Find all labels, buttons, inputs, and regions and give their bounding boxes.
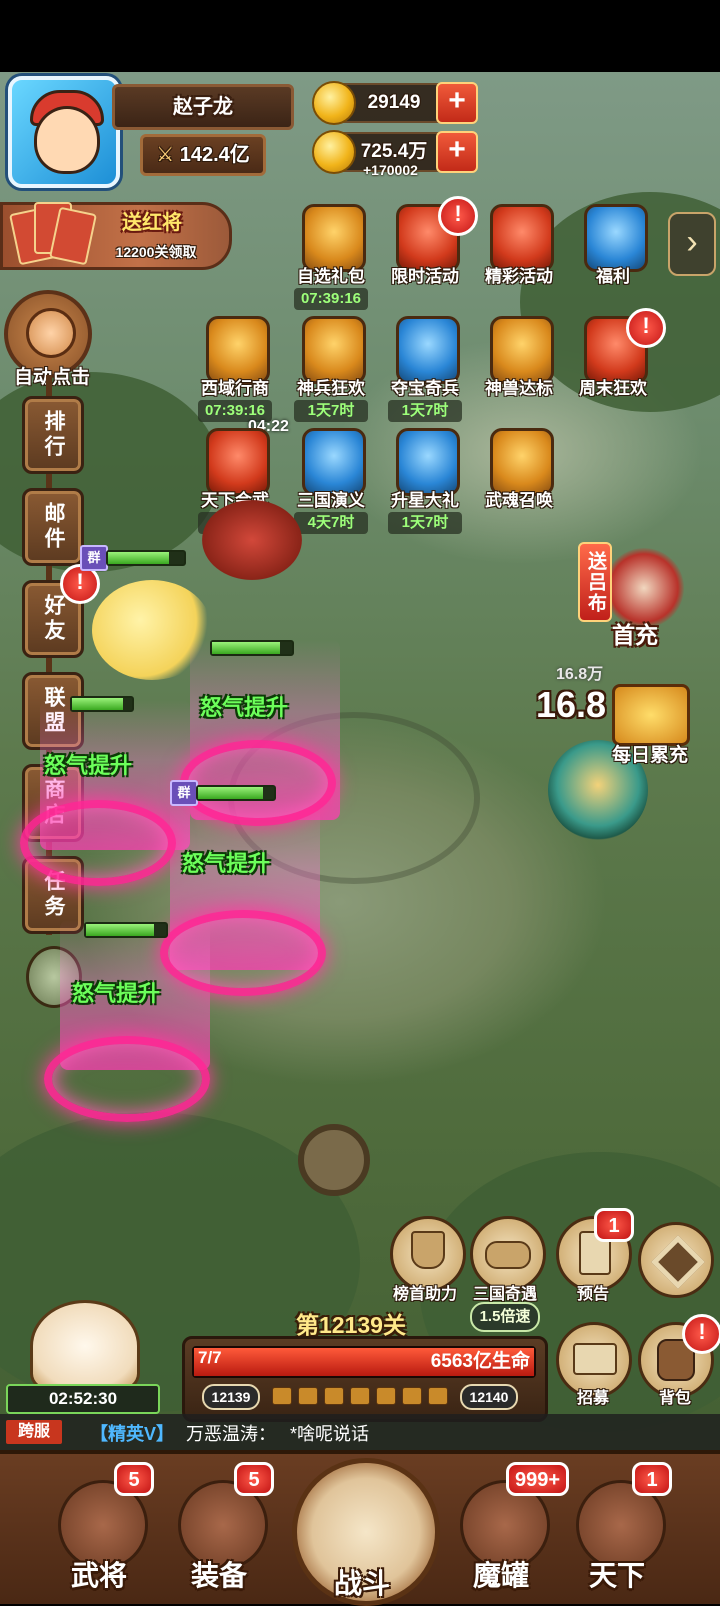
preview-badge: 1 [594,1208,634,1242]
level-step-icon [428,1387,448,1405]
side-menu-rank[interactable]: 排行 [22,396,84,474]
avatar-face [34,106,100,174]
activity-weekend-carnival[interactable]: 周末狂欢 ! [568,308,666,426]
gift-banner-title: 送红将 [122,212,182,234]
hero-hp-bar [70,696,134,712]
nav-equipment[interactable]: 装备 [164,1480,274,1591]
rage-boost-text: 怒气提升 [200,695,289,720]
hero-hp-bar [196,785,276,801]
level-step-icon [376,1387,396,1405]
level-step-icon [272,1387,292,1405]
activity-limited[interactable]: 限时活动 ! [380,196,478,314]
level-step-icon [324,1387,344,1405]
power-value: 142.4亿 [179,144,250,166]
stage-title: 第12139关 [296,1312,406,1338]
rage-ring [44,1036,210,1122]
preview-label: 预告 [576,1286,609,1303]
level-step-icon [402,1387,422,1405]
chat-channel-tag: 跨服 [6,1420,62,1444]
nav-magic-jar[interactable]: 魔罐 [446,1480,556,1591]
side-menu-mail[interactable]: 邮件 [22,488,84,566]
enemy-hp: 16.8万 [556,666,604,683]
activity-soul-summon[interactable]: 武魂召唤 [474,428,564,538]
player-avatar[interactable] [8,76,120,188]
formation-button[interactable] [638,1222,714,1298]
current-level-pill: 12139 [202,1384,260,1410]
auto-click-label: 自动点击 [2,362,102,389]
nav-world[interactable]: 天下 [562,1480,672,1591]
status-bar [0,0,720,72]
sword-icon: ⚔ [156,144,175,166]
hero-hp-bar [106,550,186,566]
first-charge-tag[interactable]: 送吕布 [578,542,612,622]
chat-message: *啥呢说话 [290,1424,370,1444]
chat-rank: 【精英V】 [90,1424,175,1444]
magic-jar-badge: 999+ [506,1462,570,1496]
gold-ingot-icon [312,81,356,125]
wave-count: 7/7 [198,1348,222,1367]
daily-recharge-chest-icon[interactable] [612,684,690,746]
enemy-total-hp: 6563亿生命 [430,1351,530,1372]
activity-featured[interactable]: 精彩活动 [474,204,564,314]
general-cards-icon [8,196,97,268]
nav-generals[interactable]: 武将 [44,1480,154,1591]
activity-star-upgrade[interactable]: 升星大礼 1天7时 [380,428,470,538]
activity-three-kingdoms-saga[interactable]: 三国演义 4天7时 [286,428,376,538]
activity-welfare[interactable]: 福利 [568,204,658,314]
level-step-icon [298,1387,318,1405]
activity-western-merchant[interactable]: 西域行商 07:39:16 [190,316,280,426]
rage-ring [20,800,176,886]
chat-user: 万恶温涛： [186,1424,276,1444]
activity-custom-pack[interactable]: 自选礼包 07:39:16 [286,204,376,314]
coin-icon [312,130,356,174]
coin-gain: +170002 [363,162,418,178]
rage-ring [160,910,326,996]
faction-tag: 群 [170,780,198,806]
faction-tag: 群 [80,545,108,571]
chat-bar[interactable]: 跨服 【精英V】 万恶温涛： *啥呢说话 [0,1414,720,1450]
level-step-icon [350,1387,370,1405]
add-ingot-button[interactable]: + [436,82,478,124]
ally-hero-fat [202,500,302,580]
equipment-badge: 5 [234,1462,274,1496]
rage-boost-text: 怒气提升 [72,981,161,1006]
rage-ring [180,740,336,826]
rage-boost-text: 怒气提升 [182,851,271,876]
add-coin-button[interactable]: + [436,131,478,173]
rage-boost-text: 怒气提升 [44,753,133,778]
bag-label: 背包 [658,1390,691,1407]
damage-number: 16.8 [536,684,607,725]
nav-battle[interactable]: 战斗 [284,1454,440,1606]
lucky-cat-timer: 02:52:30 [6,1384,160,1414]
trophy-icon [411,1231,445,1269]
ingot-value: 29149 [367,92,421,113]
speed-button[interactable]: 1.5倍速 [470,1302,540,1332]
gamepad-icon [485,1241,531,1269]
player-name: 赵子龙 [112,84,294,130]
activity-treasure-hunt[interactable]: 夺宝奇兵 1天7时 [380,316,470,426]
hero-hp-bar [210,640,294,656]
first-charge-label[interactable]: 首充 [612,616,658,650]
generals-badge: 5 [114,1462,154,1496]
recruit-scroll-icon [573,1343,617,1375]
world-badge: 1 [632,1462,672,1496]
player-power: ⚔ 142.4亿 [140,134,266,176]
bag-alert-icon: ! [682,1314,720,1354]
daily-recharge-label: 每日累充 [611,745,688,766]
lucky-cat-icon[interactable] [30,1300,140,1392]
ingot-resource: 29149 + [312,81,478,125]
chevron-right-icon[interactable]: › [668,212,716,276]
activity-beast-goal[interactable]: 神兽达标 [474,316,564,426]
meat-icon [26,308,76,358]
shield-prop [298,1124,370,1196]
diamond-knot-icon [651,1235,705,1289]
next-level-pill: 12140 [460,1384,518,1410]
gift-banner-subtitle: 12200关领取 [115,244,197,260]
hero-hp-bar [84,922,168,938]
weekend-alert-icon: ! [626,308,666,348]
activity-weapon-carnival[interactable]: 神兵狂欢 1天7时 [286,316,376,426]
limited-alert-icon: ! [438,196,478,236]
